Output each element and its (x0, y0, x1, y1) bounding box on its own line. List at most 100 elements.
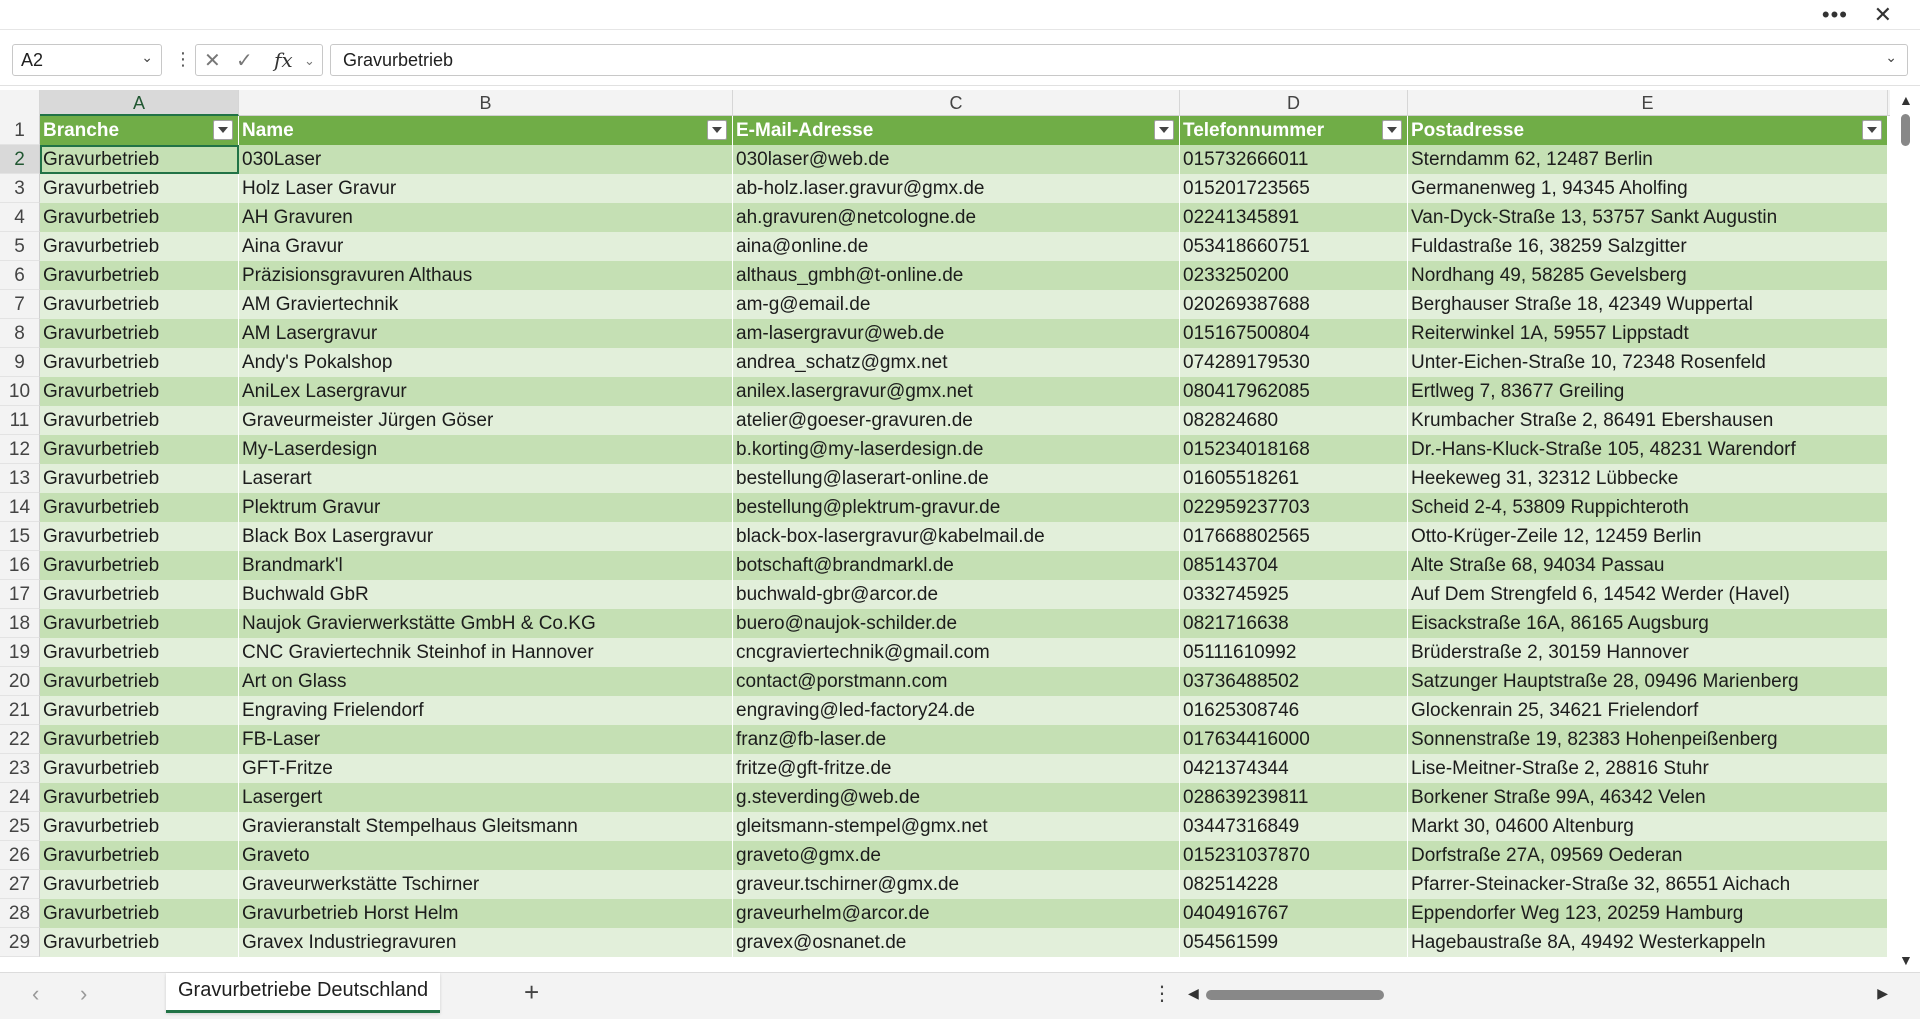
table-cell[interactable]: Krumbacher Straße 2, 86491 Ebershausen (1408, 406, 1888, 435)
table-cell[interactable]: graveur.tschirner@gmx.de (733, 870, 1180, 899)
expand-formula-bar-icon[interactable]: ⌄ (1885, 49, 1897, 66)
row-number[interactable]: 10 (0, 377, 40, 406)
scroll-left-icon[interactable]: ◀ (1188, 985, 1199, 1002)
table-cell[interactable]: My-Laserdesign (239, 435, 733, 464)
header-cell[interactable]: Postadresse (1408, 116, 1888, 145)
table-cell[interactable]: Gravurbetrieb (40, 841, 239, 870)
table-cell[interactable]: Gravurbetrieb (40, 319, 239, 348)
table-cell[interactable]: Unter-Eichen-Straße 10, 72348 Rosenfeld (1408, 348, 1888, 377)
table-cell[interactable]: Engraving Frielendorf (239, 696, 733, 725)
chevron-right-icon[interactable]: › (80, 981, 87, 1007)
table-cell[interactable]: 015167500804 (1180, 319, 1408, 348)
table-cell[interactable]: Gravurbetrieb (40, 464, 239, 493)
filter-dropdown-icon[interactable] (1154, 120, 1174, 140)
table-cell[interactable]: black-box-lasergravur@kabelmail.de (733, 522, 1180, 551)
row-number[interactable]: 19 (0, 638, 40, 667)
table-cell[interactable]: Gravurbetrieb (40, 203, 239, 232)
table-cell[interactable]: Reiterwinkel 1A, 59557 Lippstadt (1408, 319, 1888, 348)
filter-dropdown-icon[interactable] (1382, 120, 1402, 140)
table-cell[interactable]: Gravurbetrieb Horst Helm (239, 899, 733, 928)
table-cell[interactable]: Gravurbetrieb (40, 928, 239, 957)
table-cell[interactable]: 015234018168 (1180, 435, 1408, 464)
row-number[interactable]: 25 (0, 812, 40, 841)
table-cell[interactable]: 0404916767 (1180, 899, 1408, 928)
vertical-scrollbar[interactable]: ▲ ▼ (1894, 90, 1918, 970)
table-cell[interactable]: 0821716638 (1180, 609, 1408, 638)
column-header-c[interactable]: C (733, 90, 1180, 116)
sheet-tab-active[interactable]: Gravurbetriebe Deutschland (166, 973, 441, 1013)
table-cell[interactable]: Ertlweg 7, 83677 Greiling (1408, 377, 1888, 406)
table-cell[interactable]: fritze@gft-fritze.de (733, 754, 1180, 783)
table-cell[interactable]: Gravurbetrieb (40, 406, 239, 435)
table-cell[interactable]: 0233250200 (1180, 261, 1408, 290)
table-cell[interactable]: Gravurbetrieb (40, 783, 239, 812)
table-cell[interactable]: andrea_schatz@gmx.net (733, 348, 1180, 377)
table-cell[interactable]: Aina Gravur (239, 232, 733, 261)
column-header-b[interactable]: B (239, 90, 733, 116)
table-cell[interactable]: Germanenweg 1, 94345 Aholfing (1408, 174, 1888, 203)
table-cell[interactable]: 020269387688 (1180, 290, 1408, 319)
table-cell[interactable]: Gravurbetrieb (40, 493, 239, 522)
row-number[interactable]: 24 (0, 783, 40, 812)
row-number[interactable]: 9 (0, 348, 40, 377)
table-cell[interactable]: Gravurbetrieb (40, 348, 239, 377)
table-cell[interactable]: 02241345891 (1180, 203, 1408, 232)
row-number[interactable]: 22 (0, 725, 40, 754)
table-cell[interactable]: Gravurbetrieb (40, 812, 239, 841)
table-cell[interactable]: 030Laser (239, 145, 733, 174)
table-cell[interactable]: Naujok Gravierwerkstätte GmbH & Co.KG (239, 609, 733, 638)
table-cell[interactable]: gleitsmann-stempel@gmx.net (733, 812, 1180, 841)
table-cell[interactable]: CNC Graviertechnik Steinhof in Hannover (239, 638, 733, 667)
table-cell[interactable]: Black Box Lasergravur (239, 522, 733, 551)
table-cell[interactable]: Gravurbetrieb (40, 145, 239, 174)
table-cell[interactable]: 017634416000 (1180, 725, 1408, 754)
table-cell[interactable]: ab-holz.laser.gravur@gmx.de (733, 174, 1180, 203)
table-cell[interactable]: Gravurbetrieb (40, 667, 239, 696)
table-cell[interactable]: Gravurbetrieb (40, 174, 239, 203)
horizontal-scroll-thumb[interactable] (1206, 990, 1384, 1000)
table-cell[interactable]: 0332745925 (1180, 580, 1408, 609)
table-cell[interactable]: Plektrum Gravur (239, 493, 733, 522)
table-cell[interactable]: Markt 30, 04600 Altenburg (1408, 812, 1888, 841)
table-cell[interactable]: althaus_gmbh@t-online.de (733, 261, 1180, 290)
row-number[interactable]: 26 (0, 841, 40, 870)
table-cell[interactable]: cncgraviertechnik@gmail.com (733, 638, 1180, 667)
table-cell[interactable]: 015201723565 (1180, 174, 1408, 203)
insert-function-icon[interactable]: fx (274, 48, 293, 72)
table-cell[interactable]: Gravurbetrieb (40, 435, 239, 464)
table-cell[interactable]: Graveto (239, 841, 733, 870)
row-number[interactable]: 3 (0, 174, 40, 203)
table-cell[interactable]: Dr.-Hans-Kluck-Straße 105, 48231 Warendo… (1408, 435, 1888, 464)
table-cell[interactable]: Sterndamm 62, 12487 Berlin (1408, 145, 1888, 174)
table-cell[interactable]: Gravurbetrieb (40, 232, 239, 261)
table-cell[interactable]: atelier@goeser-gravuren.de (733, 406, 1180, 435)
table-cell[interactable]: AM Graviertechnik (239, 290, 733, 319)
table-cell[interactable]: 028639239811 (1180, 783, 1408, 812)
more-options-icon[interactable]: ••• (1822, 2, 1848, 28)
table-cell[interactable]: botschaft@brandmarkl.de (733, 551, 1180, 580)
table-cell[interactable]: Fuldastraße 16, 38259 Salzgitter (1408, 232, 1888, 261)
table-cell[interactable]: Lise-Meitner-Straße 2, 28816 Stuhr (1408, 754, 1888, 783)
close-icon[interactable]: ✕ (1874, 2, 1892, 28)
table-cell[interactable]: bestellung@plektrum-gravur.de (733, 493, 1180, 522)
table-cell[interactable]: Graveurwerkstätte Tschirner (239, 870, 733, 899)
formula-bar-more-icon[interactable]: ⋮ (174, 49, 192, 70)
row-number[interactable]: 20 (0, 667, 40, 696)
table-cell[interactable]: AM Lasergravur (239, 319, 733, 348)
table-cell[interactable]: Gravurbetrieb (40, 551, 239, 580)
table-cell[interactable]: Andy's Pokalshop (239, 348, 733, 377)
table-cell[interactable]: Buchwald GbR (239, 580, 733, 609)
table-cell[interactable]: Gravex Industriegravuren (239, 928, 733, 957)
chevron-left-icon[interactable]: ‹ (32, 981, 39, 1007)
row-number[interactable]: 27 (0, 870, 40, 899)
table-cell[interactable]: Gravurbetrieb (40, 580, 239, 609)
table-cell[interactable]: Laserart (239, 464, 733, 493)
table-cell[interactable]: AH Gravuren (239, 203, 733, 232)
table-cell[interactable]: 05111610992 (1180, 638, 1408, 667)
table-cell[interactable]: Eppendorfer Weg 123, 20259 Hamburg (1408, 899, 1888, 928)
header-cell[interactable]: Telefonnummer (1180, 116, 1408, 145)
column-header-e[interactable]: E (1408, 90, 1888, 116)
table-cell[interactable]: am-lasergravur@web.de (733, 319, 1180, 348)
table-cell[interactable]: 082824680 (1180, 406, 1408, 435)
sheet-options-icon[interactable]: ⋮ (1152, 981, 1172, 1006)
